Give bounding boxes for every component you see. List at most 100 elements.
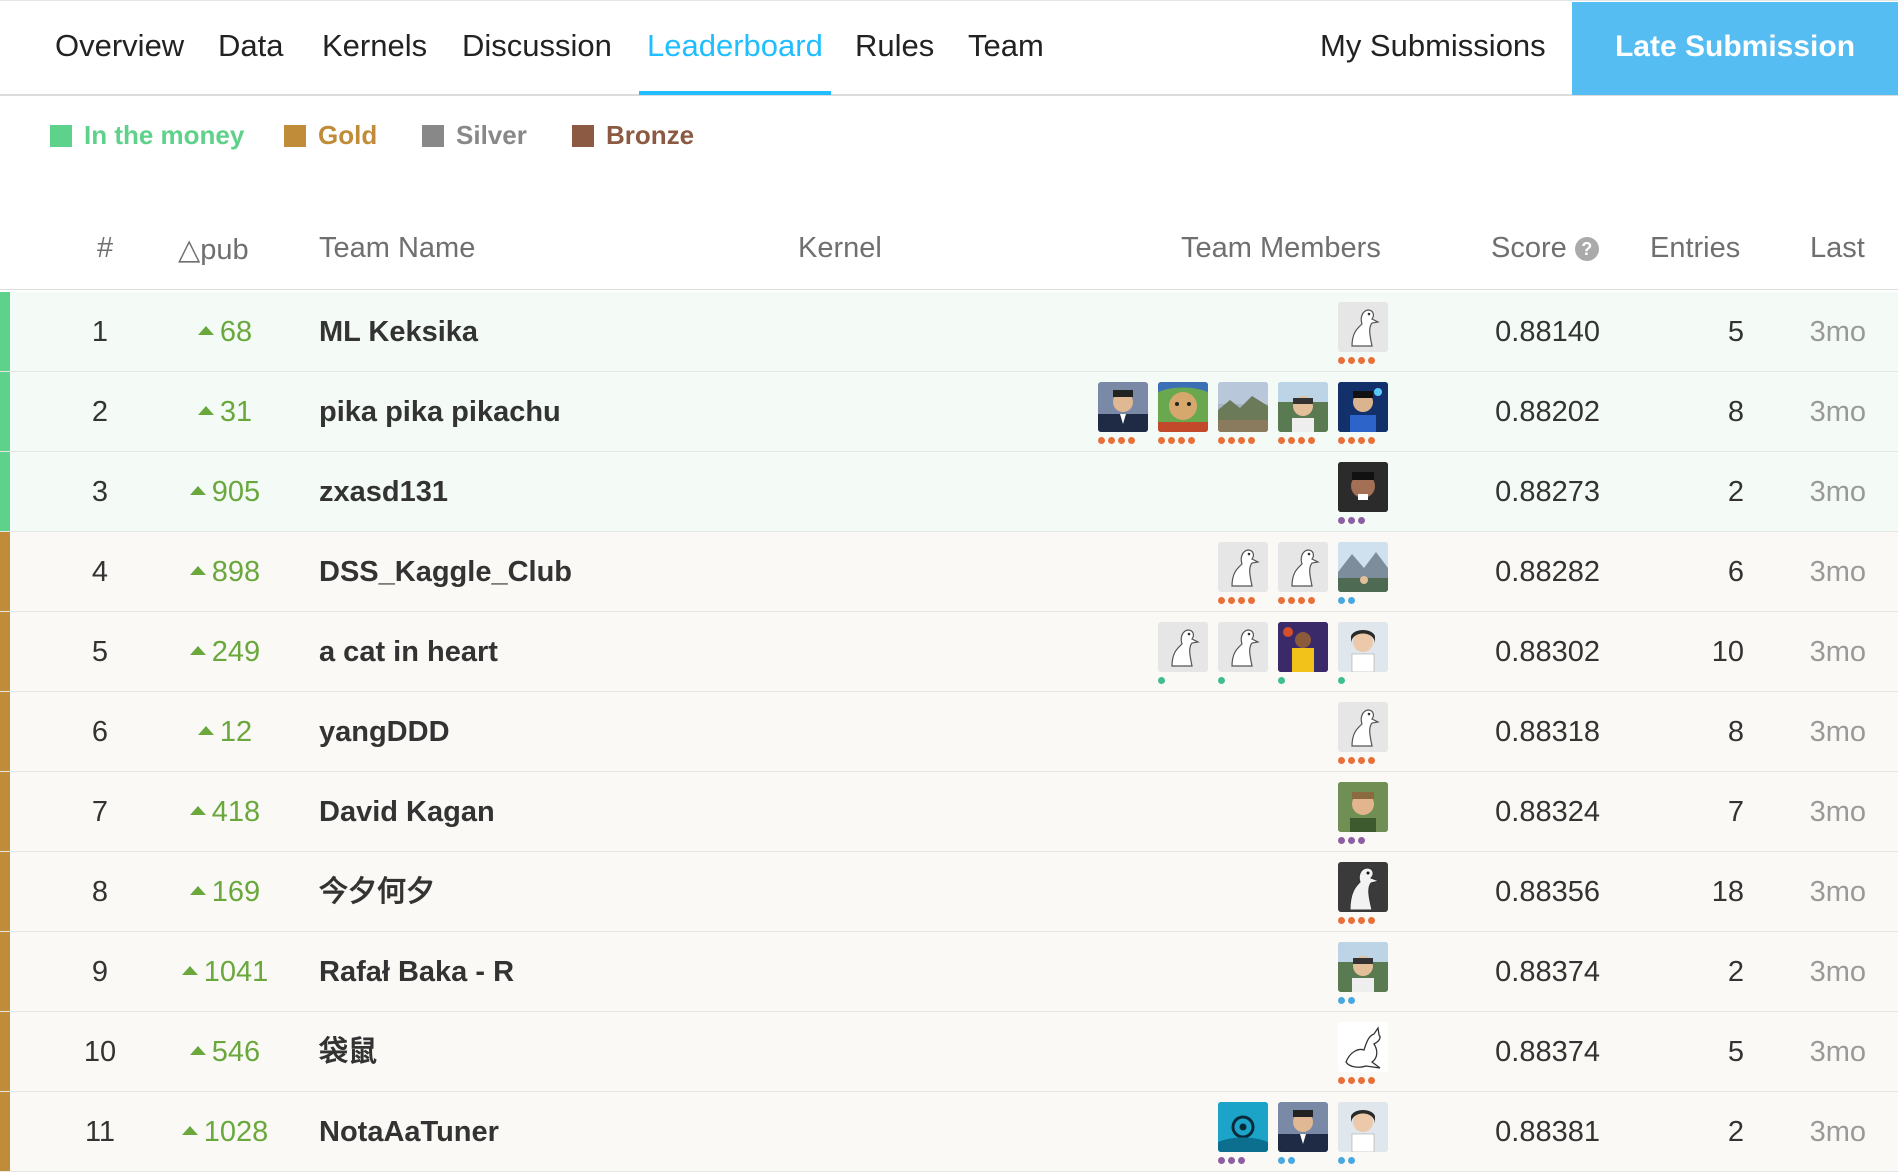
entries-cell: 5 [1727, 1036, 1744, 1068]
team-name-link[interactable]: 今夕何夕 [319, 852, 435, 932]
delta-pub-cell: 1041 [170, 932, 280, 1012]
member-goose[interactable] [1218, 542, 1268, 608]
team-members [1338, 702, 1388, 768]
rank-cell: 2 [91, 396, 109, 428]
tier-indicator [0, 372, 10, 451]
legend-label: Bronze [606, 120, 695, 150]
header-team-members[interactable]: Team Members [1181, 232, 1381, 265]
tier-dot [1348, 1077, 1355, 1084]
avatar[interactable] [1218, 382, 1268, 432]
avatar[interactable] [1338, 462, 1388, 512]
tab-team[interactable]: Team [968, 1, 1044, 95]
avatar[interactable] [1338, 542, 1388, 592]
tier-dot [1218, 597, 1225, 604]
avatar[interactable] [1338, 1102, 1388, 1152]
avatar[interactable] [1218, 1102, 1268, 1152]
team-name-link[interactable]: pika pika pikachu [319, 372, 561, 452]
tab-discussion[interactable]: Discussion [462, 1, 612, 95]
tier-dots [1338, 1077, 1378, 1085]
tier-dots [1098, 437, 1138, 445]
member-kangaroo[interactable] [1338, 1022, 1388, 1088]
avatar[interactable] [1158, 622, 1208, 672]
header-kernel[interactable]: Kernel [798, 232, 882, 265]
avatar[interactable] [1338, 782, 1388, 832]
tier-dot [1308, 597, 1315, 604]
tier-dot [1168, 437, 1175, 444]
avatar[interactable] [1098, 382, 1148, 432]
team-name-link[interactable]: zxasd131 [319, 452, 448, 532]
avatar[interactable] [1278, 542, 1328, 592]
my-submissions-link[interactable]: My Submissions [1320, 1, 1546, 95]
avatar[interactable] [1278, 1102, 1328, 1152]
team-name-link[interactable]: DSS_Kaggle_Club [319, 532, 572, 612]
header-divider [0, 289, 1898, 290]
delta-pub-cell: 31 [170, 372, 280, 452]
avatar[interactable] [1278, 622, 1328, 672]
member-person-suit[interactable] [1098, 382, 1148, 448]
tier-indicator [0, 452, 10, 531]
team-name-link[interactable]: yangDDD [319, 692, 450, 772]
avatar[interactable] [1338, 862, 1388, 912]
tab-data[interactable]: Data [218, 1, 283, 95]
header-entries[interactable]: Entries [1650, 232, 1740, 265]
member-goose[interactable] [1158, 622, 1208, 688]
team-members [1338, 942, 1388, 1008]
help-icon[interactable]: ? [1574, 237, 1599, 262]
avatar[interactable] [1338, 702, 1388, 752]
header-score[interactable]: Score? [1491, 232, 1599, 265]
avatar[interactable] [1338, 1022, 1388, 1072]
tier-dot [1218, 677, 1225, 684]
tab-kernels[interactable]: Kernels [322, 1, 427, 95]
avatar[interactable] [1338, 302, 1388, 352]
late-submission-button[interactable]: Late Submission [1572, 2, 1898, 95]
team-name-link[interactable]: NotaAaTuner [319, 1092, 499, 1172]
team-name-link[interactable]: a cat in heart [319, 612, 498, 692]
member-goose[interactable] [1218, 622, 1268, 688]
tab-rules[interactable]: Rules [855, 1, 934, 95]
rank-cell: 11 [84, 1116, 116, 1148]
tab-overview[interactable]: Overview [55, 1, 184, 95]
member-person-outdoor[interactable] [1278, 382, 1328, 448]
avatar[interactable] [1278, 382, 1328, 432]
avatar[interactable] [1158, 382, 1208, 432]
header-delta-pub[interactable]: △pub [178, 232, 249, 267]
member-landscape[interactable] [1218, 382, 1268, 448]
header-team-name[interactable]: Team Name [319, 232, 475, 265]
avatar[interactable] [1218, 622, 1268, 672]
member-sports[interactable] [1278, 622, 1328, 688]
tier-dot [1348, 437, 1355, 444]
avatar[interactable] [1218, 542, 1268, 592]
member-person-art[interactable] [1158, 382, 1208, 448]
legend-label: Silver [456, 120, 527, 150]
member-person-light[interactable] [1338, 1102, 1388, 1168]
member-person-dark[interactable] [1338, 462, 1388, 528]
team-name-link[interactable]: 袋鼠 [319, 1012, 377, 1092]
member-person-suit[interactable] [1278, 1102, 1328, 1168]
member-goose[interactable] [1338, 302, 1388, 368]
tab-leaderboard[interactable]: Leaderboard [639, 1, 831, 95]
member-goose[interactable] [1338, 702, 1388, 768]
header-score-label: Score [1491, 232, 1567, 264]
avatar[interactable] [1338, 942, 1388, 992]
team-name-link[interactable]: ML Keksika [319, 292, 478, 372]
tier-dot [1158, 437, 1165, 444]
member-goose[interactable] [1278, 542, 1328, 608]
tier-dot [1288, 597, 1295, 604]
member-person-green[interactable] [1338, 782, 1388, 848]
member-person-outdoor[interactable] [1338, 942, 1388, 1008]
team-name-link[interactable]: Rafał Baka - R [319, 932, 514, 1012]
member-goose-dark[interactable] [1338, 862, 1388, 928]
avatar[interactable] [1338, 382, 1388, 432]
member-person-light[interactable] [1338, 622, 1388, 688]
table-row: 6 12 yangDDD 0.88318 8 3mo [0, 692, 1898, 772]
avatar[interactable] [1338, 622, 1388, 672]
header-last[interactable]: Last [1810, 232, 1865, 265]
team-name-link[interactable]: David Kagan [319, 772, 495, 852]
delta-pub-cell: 905 [170, 452, 280, 532]
member-blue-eye[interactable] [1218, 1102, 1268, 1168]
last-cell: 3mo [1809, 1036, 1866, 1068]
tier-dot [1238, 437, 1245, 444]
member-person-blue[interactable] [1338, 382, 1388, 448]
member-mountain[interactable] [1338, 542, 1388, 608]
header-rank[interactable]: # [97, 232, 113, 265]
